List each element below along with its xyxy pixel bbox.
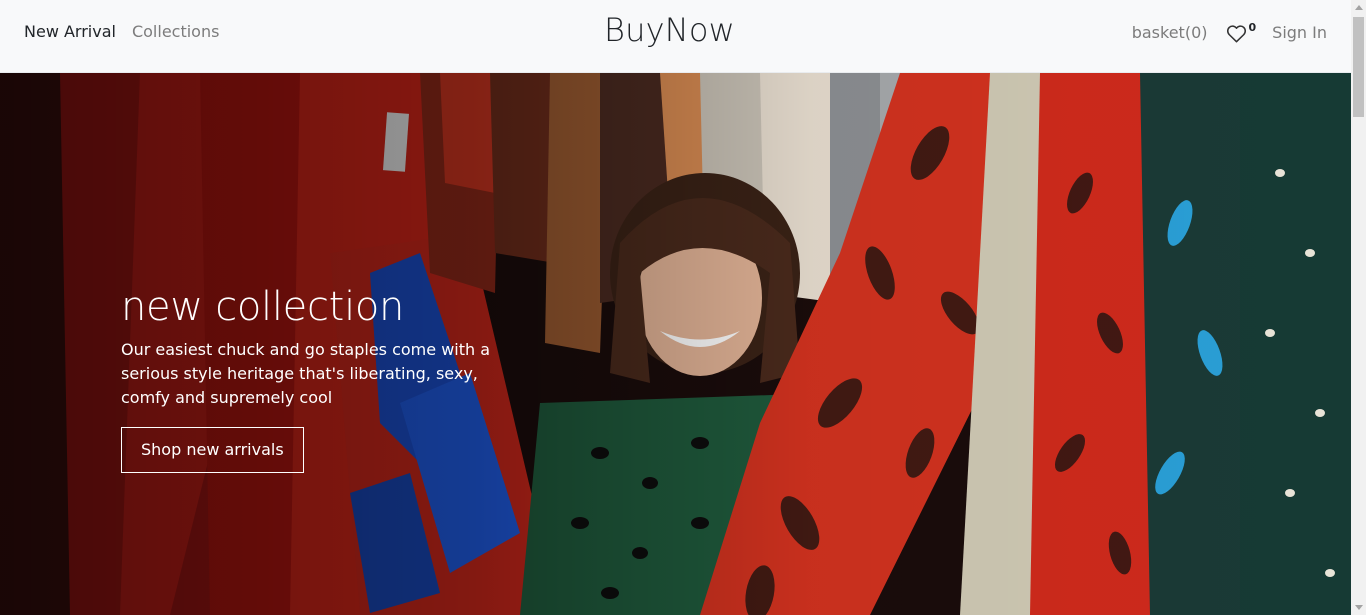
scroll-up-arrow-icon[interactable]: [1351, 0, 1366, 15]
sign-in-link[interactable]: Sign In: [1272, 23, 1327, 43]
nav-new-arrival[interactable]: New Arrival: [24, 22, 116, 42]
basket-link[interactable]: basket(0): [1132, 23, 1208, 43]
wishlist-count: 0: [1248, 21, 1257, 34]
scroll-thumb[interactable]: [1353, 17, 1364, 117]
hero-title: new collection: [121, 284, 405, 330]
hero-content: new collection Our easiest chuck and go …: [121, 283, 541, 473]
account-nav: basket(0) 0 Sign In: [1132, 22, 1327, 44]
primary-nav: New Arrival Collections: [24, 22, 219, 42]
wishlist-link[interactable]: 0: [1226, 21, 1257, 44]
scroll-down-arrow-icon[interactable]: [1351, 600, 1366, 615]
site-header: New Arrival Collections BuyNow basket(0)…: [0, 0, 1351, 73]
brand-logo[interactable]: BuyNow: [604, 10, 735, 50]
hero-banner: new collection Our easiest chuck and go …: [0, 73, 1351, 615]
nav-collections[interactable]: Collections: [132, 22, 219, 42]
page-scrollbar[interactable]: [1351, 0, 1366, 615]
shop-new-arrivals-button[interactable]: Shop new arrivals: [121, 427, 304, 473]
heart-icon: [1226, 25, 1246, 43]
hero-description: Our easiest chuck and go staples come wi…: [121, 340, 491, 407]
